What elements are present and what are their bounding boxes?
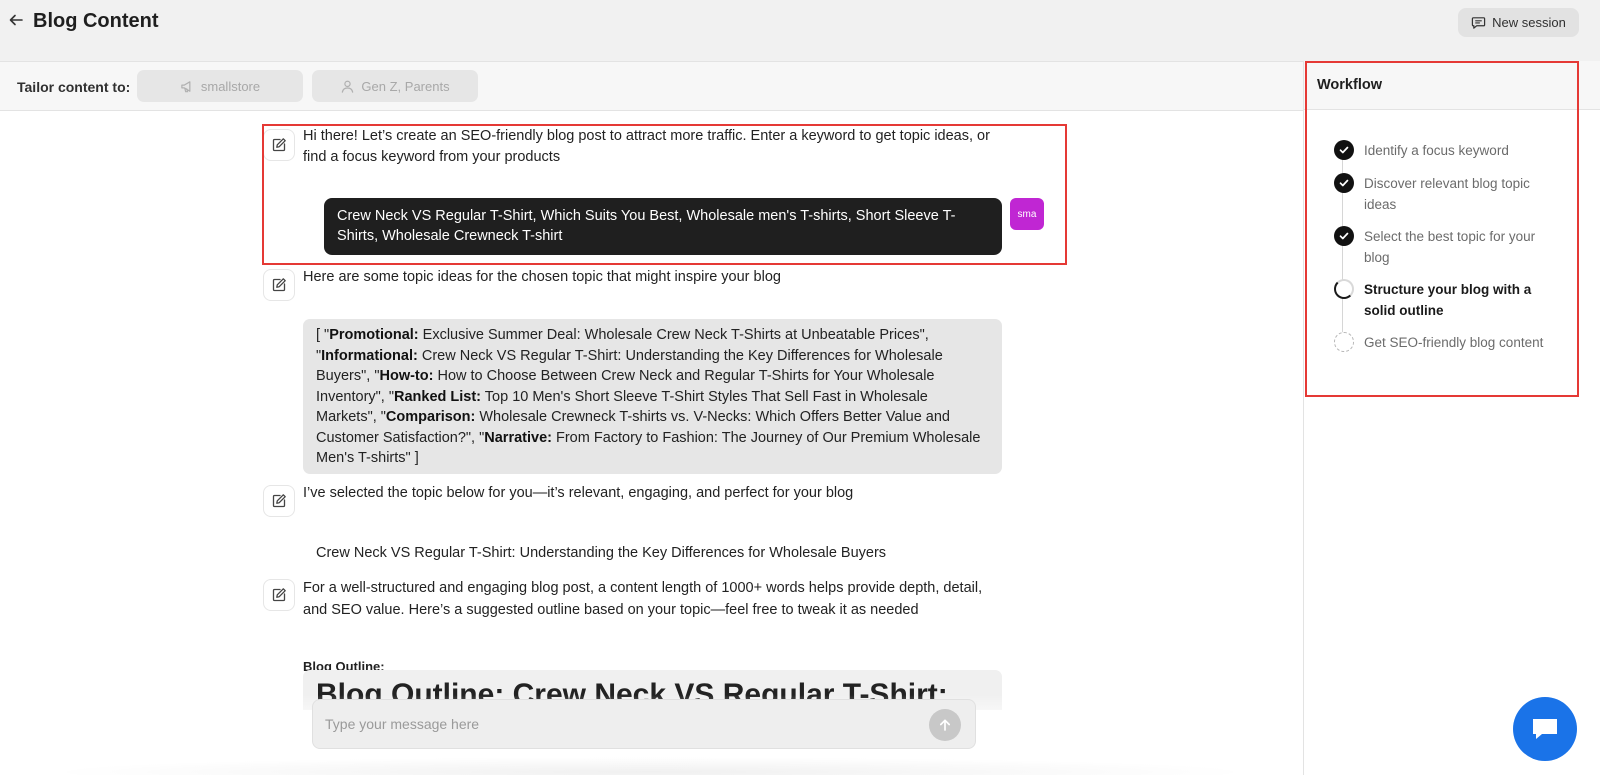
pending-circle-icon bbox=[1334, 332, 1354, 352]
check-circle-icon bbox=[1334, 226, 1354, 246]
tailor-bar: Tailor content to: smallstore Gen Z, Par… bbox=[0, 62, 1303, 111]
edit-note-icon bbox=[263, 129, 295, 161]
chat-panel: Tailor content to: smallstore Gen Z, Par… bbox=[0, 61, 1304, 775]
message-composer bbox=[312, 699, 976, 749]
back-button[interactable] bbox=[6, 12, 26, 32]
idea-tag: Informational: bbox=[321, 347, 418, 364]
workflow-step-label: Identify a focus keyword bbox=[1364, 143, 1509, 158]
audience-chip[interactable]: Gen Z, Parents bbox=[312, 70, 478, 102]
tailor-label: Tailor content to: bbox=[17, 79, 131, 95]
topic-ideas-open: [ " bbox=[316, 327, 330, 343]
brand-chip-label: smallstore bbox=[200, 78, 261, 94]
check-circle-icon bbox=[1334, 173, 1354, 193]
workflow-step-label: Discover relevant blog topic ideas bbox=[1364, 176, 1530, 212]
new-session-label: New session bbox=[1492, 15, 1566, 30]
bottom-shadow bbox=[40, 757, 1260, 775]
workflow-header: Workflow bbox=[1304, 61, 1600, 110]
page-title: Blog Content bbox=[33, 10, 159, 32]
top-bar: Blog Content New session bbox=[0, 0, 1600, 46]
user-avatar: sma bbox=[1010, 198, 1044, 230]
assistant-message: For a well-structured and engaging blog … bbox=[303, 580, 983, 618]
workflow-step-label: Structure your blog with a solid outline bbox=[1364, 282, 1532, 318]
idea-tag: Ranked List: bbox=[394, 388, 482, 405]
user-icon bbox=[342, 80, 354, 93]
check-circle-icon bbox=[1334, 140, 1354, 160]
megaphone-icon bbox=[181, 80, 191, 92]
workflow-step-label: Select the best topic for your blog bbox=[1364, 229, 1536, 265]
idea-tag: Promotional: bbox=[329, 327, 419, 343]
new-session-button[interactable]: New session bbox=[1458, 8, 1579, 37]
idea-tag: How-to: bbox=[379, 368, 434, 384]
topic-ideas-box: [ "Promotional: Exclusive Summer Deal: W… bbox=[303, 319, 1002, 474]
edit-note-icon bbox=[263, 579, 295, 611]
send-button[interactable] bbox=[929, 709, 961, 741]
assistant-message: Hi there! Let’s create an SEO-friendly b… bbox=[303, 128, 990, 165]
selected-topic: Crew Neck VS Regular T-Shirt: Understand… bbox=[316, 545, 887, 561]
audience-chip-label: Gen Z, Parents bbox=[361, 78, 450, 94]
edit-note-icon bbox=[263, 485, 295, 517]
workflow-panel: Workflow Identify a focus keyword Discov… bbox=[1304, 61, 1600, 775]
idea-tag: Comparison: bbox=[385, 409, 476, 425]
message-input[interactable] bbox=[325, 713, 825, 735]
edit-note-icon bbox=[263, 269, 295, 301]
workflow-title: Workflow bbox=[1317, 77, 1382, 93]
chat-bubble-icon bbox=[1471, 17, 1486, 29]
support-chat-button[interactable] bbox=[1513, 697, 1577, 761]
spinner-icon bbox=[1334, 279, 1354, 299]
chat-icon bbox=[1533, 719, 1557, 739]
assistant-message: I’ve selected the topic below for you—it… bbox=[303, 485, 854, 501]
idea-tag: Narrative: bbox=[484, 429, 552, 446]
arrow-up-icon bbox=[939, 719, 951, 731]
brand-chip[interactable]: smallstore bbox=[137, 70, 303, 102]
user-message-bubble: Crew Neck VS Regular T-Shirt, Which Suit… bbox=[324, 198, 1002, 255]
workflow-step-label: Get SEO-friendly blog content bbox=[1364, 335, 1544, 350]
assistant-message: Here are some topic ideas for the chosen… bbox=[303, 269, 781, 285]
arrow-left-icon bbox=[9, 14, 23, 26]
